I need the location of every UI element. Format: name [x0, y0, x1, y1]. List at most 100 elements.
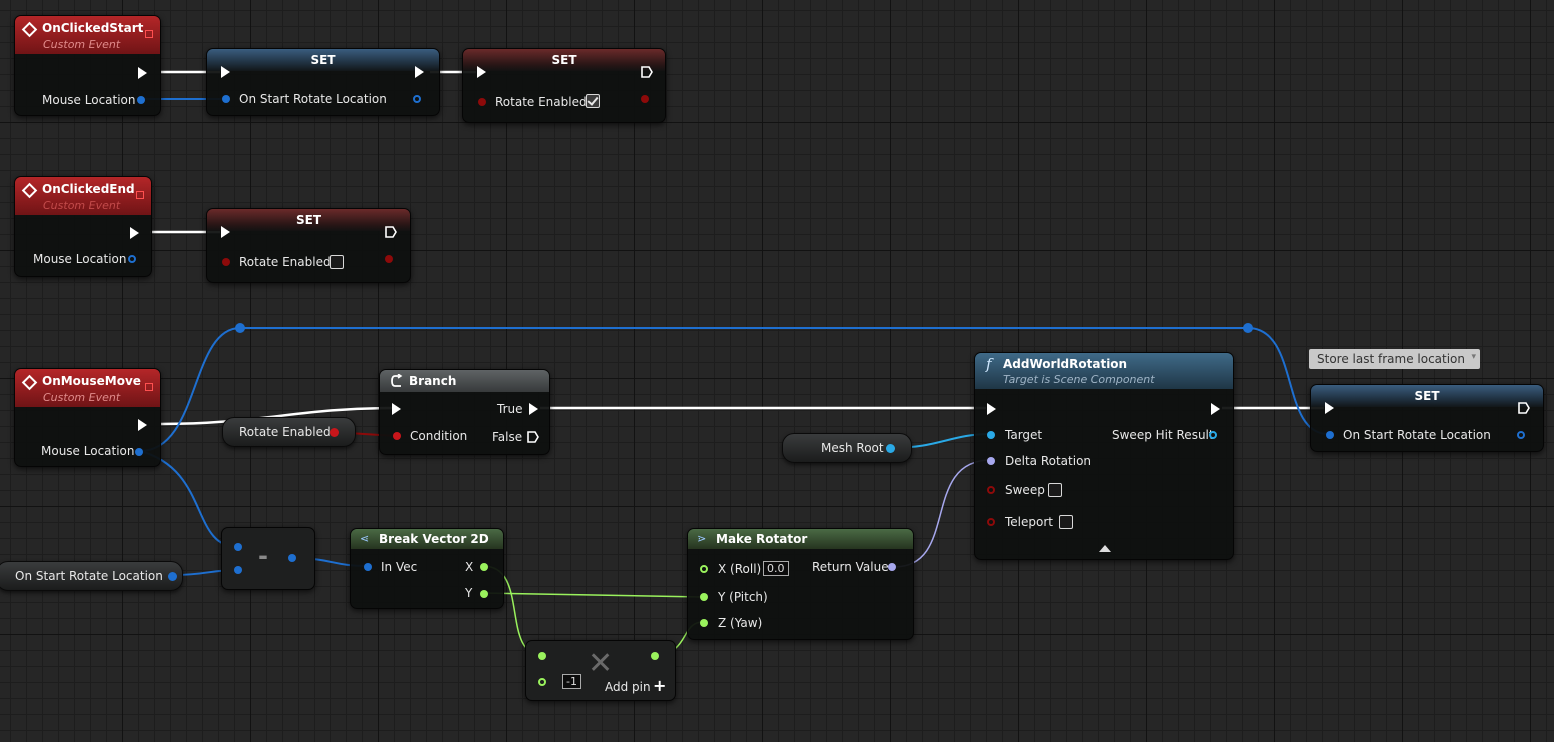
- bool-out-pin[interactable]: [330, 428, 339, 437]
- pitch-label: Y (Pitch): [718, 590, 768, 604]
- bool-out-pin[interactable]: [385, 255, 393, 263]
- delta-rotation-label: Delta Rotation: [1005, 454, 1092, 468]
- break-vector-2d-node[interactable]: ⋖ Break Vector 2D In Vec X Y: [350, 528, 504, 609]
- object-out-pin[interactable]: [886, 444, 895, 453]
- a-in-pin[interactable]: [234, 543, 242, 551]
- delta-rotation-in-pin[interactable]: [987, 457, 995, 465]
- add-pin-label[interactable]: Add pin: [605, 680, 651, 694]
- b-in-pin[interactable]: [234, 566, 242, 574]
- node-title: SET: [1414, 389, 1440, 403]
- x-out-pin[interactable]: [480, 563, 488, 571]
- exec-out-pin[interactable]: [130, 227, 139, 239]
- bool-in-pin[interactable]: [478, 98, 486, 106]
- multiply-node[interactable]: -1 ✕ Add pin +: [525, 640, 676, 701]
- roll-value[interactable]: 0.0: [763, 561, 789, 576]
- exec-true-pin[interactable]: [529, 403, 538, 415]
- bool-in-pin[interactable]: [222, 258, 230, 266]
- y-label: Y: [465, 586, 473, 600]
- exec-out-pin[interactable]: [415, 66, 424, 78]
- multiplier-value[interactable]: -1: [562, 674, 581, 689]
- multiply-x-icon: ✕: [588, 646, 614, 681]
- condition-in-pin[interactable]: [393, 432, 401, 440]
- sweep-checkbox[interactable]: [1048, 483, 1062, 497]
- exec-in-pin[interactable]: [221, 66, 230, 78]
- mouse-location-out-pin[interactable]: [128, 255, 136, 263]
- add-pin-plus-icon[interactable]: +: [653, 676, 666, 695]
- make-rotator-node[interactable]: ⋗ Make Rotator X (Roll) 0.0 Return Value…: [687, 528, 914, 640]
- exec-false-pin[interactable]: [527, 431, 539, 443]
- comment-bubble[interactable]: Store last frame location ▾: [1309, 349, 1480, 369]
- set-last-location-node[interactable]: SET On Start Rotate Location: [1310, 384, 1544, 452]
- result-out-pin[interactable]: [651, 652, 659, 660]
- set-rotate-enabled-false-node[interactable]: SET Rotate Enabled: [206, 208, 411, 283]
- pin-label: Rotate Enabled: [495, 95, 587, 109]
- teleport-checkbox[interactable]: [1059, 515, 1073, 529]
- delegate-pin-icon[interactable]: [145, 383, 153, 391]
- sweep-in-pin[interactable]: [987, 486, 995, 494]
- value-out-pin[interactable]: [1517, 431, 1525, 439]
- event-node-clicked-end[interactable]: OnClickedEnd Custom Event Mouse Location: [14, 176, 152, 277]
- branch-icon: [391, 374, 403, 387]
- subtract-symbol: -: [258, 542, 268, 570]
- pin-label: Rotate Enabled: [239, 255, 331, 269]
- subtract-node[interactable]: -: [221, 527, 315, 590]
- target-in-pin[interactable]: [987, 431, 995, 439]
- pin-label-mouse-location: Mouse Location: [42, 93, 136, 107]
- collapse-advanced-icon[interactable]: [1099, 545, 1111, 552]
- roll-in-pin[interactable]: [700, 565, 708, 573]
- value-out-pin[interactable]: [413, 95, 421, 103]
- rotate-enabled-checkbox[interactable]: [330, 255, 344, 269]
- node-title: SET: [310, 53, 336, 67]
- set-start-rotate-node[interactable]: SET On Start Rotate Location: [206, 48, 440, 116]
- branch-node[interactable]: Branch True Condition False: [379, 369, 550, 455]
- a-in-pin[interactable]: [538, 652, 546, 660]
- reroute-knot: [1243, 323, 1253, 333]
- start-rotate-location-getter[interactable]: On Start Rotate Location: [0, 561, 183, 591]
- pin-label-mouse-location: Mouse Location: [41, 444, 135, 458]
- in-vec-pin[interactable]: [364, 563, 372, 571]
- value-in-pin[interactable]: [222, 95, 230, 103]
- delegate-pin-icon[interactable]: [145, 30, 153, 38]
- y-out-pin[interactable]: [480, 590, 488, 598]
- exec-out-pin[interactable]: [641, 66, 653, 78]
- add-world-rotation-node[interactable]: f AddWorldRotation Target is Scene Compo…: [974, 352, 1234, 560]
- exec-in-pin[interactable]: [987, 403, 996, 415]
- false-label: False: [492, 430, 523, 444]
- b-in-pin[interactable]: [538, 678, 546, 686]
- exec-in-pin[interactable]: [1325, 402, 1334, 414]
- x-label: X: [465, 560, 474, 574]
- variable-label: Mesh Root: [821, 441, 884, 455]
- mouse-location-out-pin[interactable]: [135, 448, 143, 456]
- exec-out-pin[interactable]: [138, 67, 147, 79]
- exec-in-pin[interactable]: [221, 226, 230, 238]
- event-node-clicked-start[interactable]: OnClickedStart Custom Event Mouse Locati…: [14, 15, 161, 116]
- rotate-enabled-checkbox[interactable]: [586, 94, 600, 108]
- vector-out-pin[interactable]: [168, 572, 177, 581]
- make-icon: ⋗: [697, 532, 707, 545]
- mouse-location-out-pin[interactable]: [137, 96, 145, 104]
- comment-collapse-icon[interactable]: ▾: [1471, 352, 1476, 362]
- exec-out-pin[interactable]: [385, 226, 397, 238]
- exec-out-pin[interactable]: [1518, 402, 1530, 414]
- rotate-enabled-getter[interactable]: Rotate Enabled: [222, 417, 356, 447]
- bool-out-pin[interactable]: [641, 95, 649, 103]
- event-diamond-icon: [21, 21, 38, 38]
- function-icon: f: [986, 355, 992, 373]
- pin-label: On Start Rotate Location: [239, 92, 387, 106]
- node-subtitle: Custom Event: [43, 391, 121, 404]
- return-value-out-pin[interactable]: [888, 563, 896, 571]
- exec-in-pin[interactable]: [477, 66, 486, 78]
- yaw-in-pin[interactable]: [700, 619, 708, 627]
- pitch-in-pin[interactable]: [700, 593, 708, 601]
- set-rotate-enabled-true-node[interactable]: SET Rotate Enabled: [462, 48, 666, 123]
- exec-out-pin[interactable]: [138, 419, 147, 431]
- event-node-mouse-move[interactable]: OnMouseMove Custom Event Mouse Location: [14, 368, 161, 467]
- result-out-pin[interactable]: [288, 554, 296, 562]
- exec-out-pin[interactable]: [1211, 403, 1220, 415]
- value-in-pin[interactable]: [1326, 431, 1334, 439]
- exec-in-pin[interactable]: [392, 403, 401, 415]
- teleport-in-pin[interactable]: [987, 518, 995, 526]
- delegate-pin-icon[interactable]: [136, 191, 144, 199]
- mesh-root-getter[interactable]: Mesh Root: [782, 433, 912, 463]
- sweep-hit-out-pin[interactable]: [1209, 431, 1217, 439]
